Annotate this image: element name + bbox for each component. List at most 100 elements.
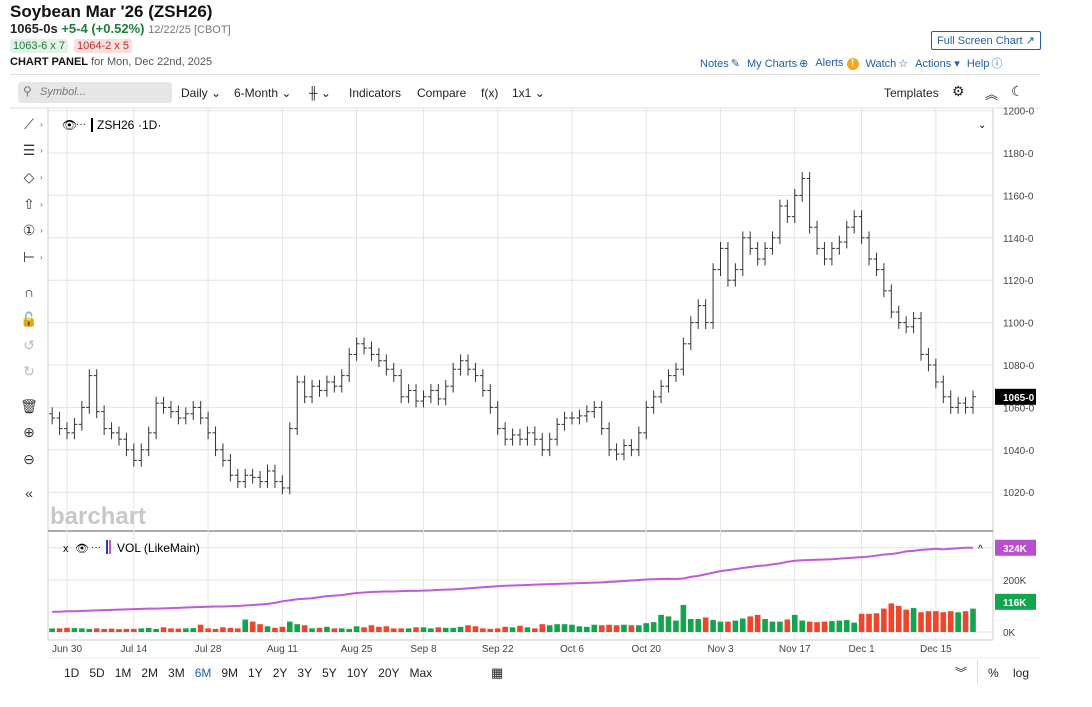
ohlc-bar [665,369,672,393]
volume-bar [324,626,330,632]
range-buttons: 1D 5D 1M 2M 3M 6M 9M 1Y 2Y 3Y 5Y 10Y 20Y Max [64,666,432,680]
volume-bar [346,628,352,632]
ohlc-bar [710,263,717,329]
volume-bar [829,621,835,632]
range-20y[interactable]: 20Y [378,666,399,680]
ohlc-bar [546,432,553,457]
range-1d[interactable]: 1D [64,666,79,680]
ohlc-bar [71,418,78,440]
range-5d[interactable]: 5D [89,666,104,680]
volume-color-swatch [106,540,108,554]
ohlc-bar [227,454,234,482]
ohlc-bar [450,362,457,393]
volume-bar [235,628,241,632]
ohlc-bar [78,401,85,431]
eye-icon[interactable]: 👁 [75,543,89,555]
ohlc-bar [286,422,293,495]
volume-bar [353,626,360,632]
volume-bar [851,622,857,632]
barchart-watermark: barchart [50,503,146,530]
volume-bar [183,628,189,632]
range-1m[interactable]: 1M [115,666,132,680]
close-pane-icon[interactable]: x [63,543,69,555]
ohlc-bar [212,426,219,457]
volume-bar [888,603,895,632]
ohlc-bar [160,396,167,414]
volume-bar [64,627,70,632]
ohlc-bar [316,379,323,397]
ohlc-bar [531,426,538,446]
volume-bar [546,625,553,632]
time-tick-label: Sep 8 [410,644,437,655]
volume-bar [131,628,137,632]
range-1y[interactable]: 1Y [248,666,263,680]
volume-bar [220,627,226,632]
ohlc-bar [799,172,806,202]
collapse-pane-icon[interactable]: ^ [978,544,983,555]
ohlc-bar [821,242,828,266]
volume-bar [428,628,434,632]
range-3m[interactable]: 3M [168,666,185,680]
volume-bar [71,628,78,632]
ohlc-bar [769,231,776,255]
ohlc-bar [309,379,316,404]
calendar-icon[interactable]: ▦ [491,665,503,681]
ohlc-bar [628,439,635,457]
grid [10,107,1040,659]
ohlc-bar [613,443,620,461]
volume-bar [316,627,323,632]
volume-bar [465,625,471,632]
volume-bar [286,621,293,632]
ohlc-bar [435,384,442,406]
range-3y[interactable]: 3Y [297,666,312,680]
volume-bar [487,628,494,632]
eye-icon[interactable]: 👁 [62,118,77,132]
volume-bar [955,612,961,632]
volume-bar [821,621,828,632]
ohlc-bar [93,369,100,418]
more-icon[interactable]: ··· [91,542,101,553]
ohlc-bar [338,369,345,393]
range-6m[interactable]: 6M [195,666,212,680]
price-tick-label: 1160-0 [1003,191,1034,202]
ohlc-bar [791,189,798,223]
volume-bar [450,627,456,632]
ohlc-bar [279,475,286,495]
ohlc-bar [190,401,197,421]
volume-bar [309,628,315,632]
time-tick-label: Dec 1 [849,644,876,655]
chevron-down-icon[interactable]: ⌄ [978,120,986,131]
range-2y[interactable]: 2Y [273,666,288,680]
ohlc-bar [271,464,278,488]
price-chart[interactable]: barchart 1200-01180-01160-01140-01120-01… [0,0,1092,707]
time-tick-label: Dec 15 [920,644,952,655]
ohlc-bar [49,407,56,425]
more-icon[interactable]: ··· [76,119,86,130]
volume-bar [762,619,768,632]
ohlc-bar [895,305,902,329]
ohlc-bar [219,443,226,467]
range-10y[interactable]: 10Y [347,666,368,680]
range-5y[interactable]: 5Y [322,666,337,680]
percent-toggle[interactable]: % [988,666,999,680]
expand-down-icon[interactable]: ︾ [955,664,967,681]
range-2m[interactable]: 2M [141,666,158,680]
volume-bar [947,611,954,632]
volume-bar [145,627,152,632]
volume-bar [383,626,390,632]
ohlc-bar [687,316,694,351]
log-toggle[interactable]: log [1013,666,1029,680]
volume-bar [933,611,939,632]
volume-bar [257,624,263,632]
ohlc-bar [947,390,954,414]
ohlc-bar [398,369,405,404]
volume-bar [361,627,367,632]
price-tick-label: 1120-0 [1003,276,1034,287]
range-max[interactable]: Max [410,666,433,680]
ohlc-bar [405,384,412,404]
ohlc-bar [873,252,880,276]
range-9m[interactable]: 9M [221,666,238,680]
ohlc-bar [257,471,264,488]
ohlc-bar [955,396,962,414]
legend-interval: ·1D· [138,118,161,132]
